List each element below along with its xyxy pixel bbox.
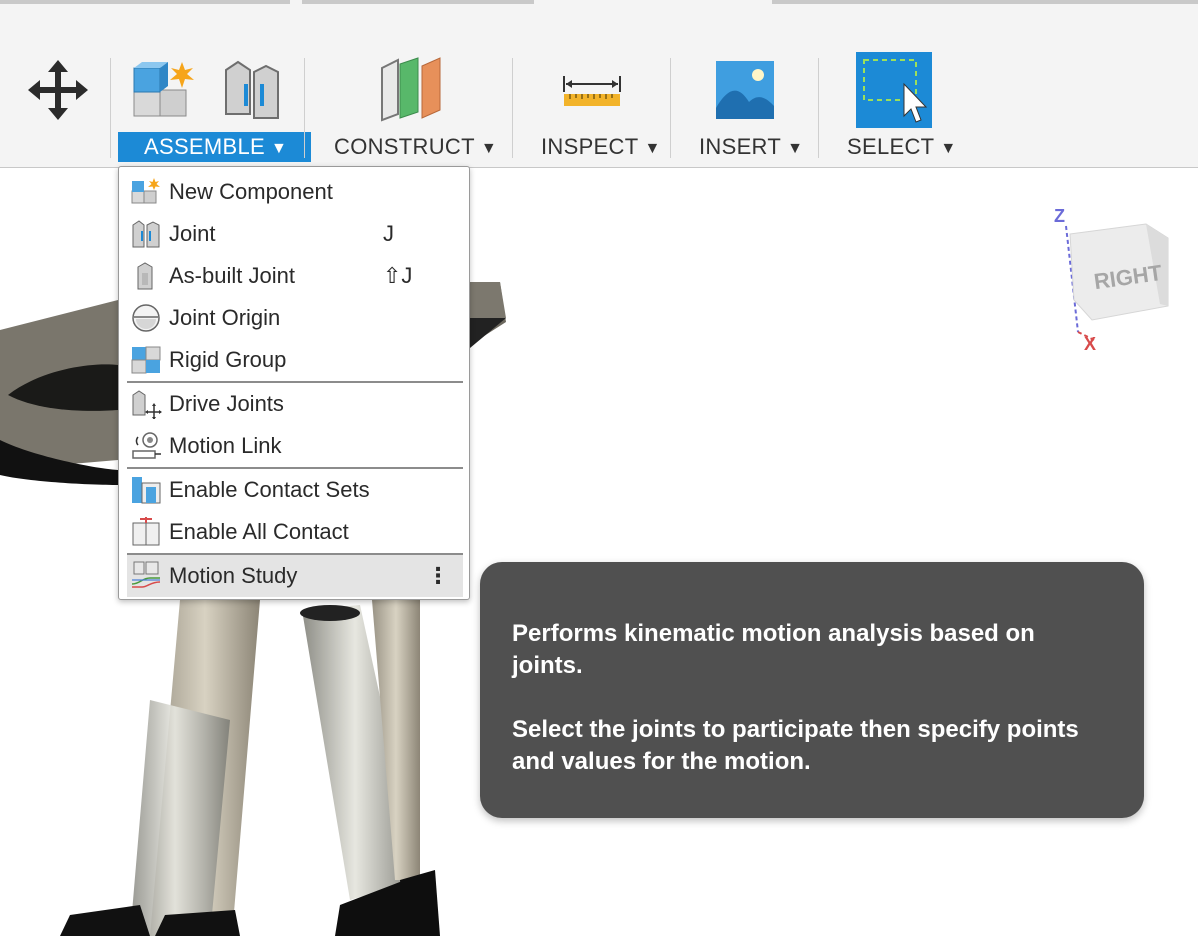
caret-down-icon: ▼ <box>480 140 497 157</box>
menu-item-motion-study[interactable]: Motion Study ⋮ <box>127 555 463 597</box>
assemble-menu-button[interactable]: ASSEMBLE ▼ <box>118 132 312 162</box>
axis-z-label: Z <box>1054 206 1065 226</box>
joint-icon[interactable] <box>220 60 286 120</box>
construct-plane-icon[interactable] <box>378 56 442 122</box>
tab-strip-segment <box>0 0 290 4</box>
menu-item-label: Motion Link <box>169 433 282 458</box>
motion-link-icon <box>130 431 162 461</box>
select-window-icon[interactable] <box>856 52 932 128</box>
motion-study-icon <box>130 560 162 590</box>
drive-joints-icon <box>130 389 162 420</box>
view-cube[interactable]: RIGHT Z X <box>1048 204 1178 354</box>
assemble-label: ASSEMBLE <box>144 134 266 159</box>
menu-item-label: Enable All Contact <box>169 519 349 544</box>
select-menu-button[interactable]: SELECT ▼ <box>847 132 957 162</box>
new-component-icon <box>130 177 162 207</box>
menu-item-enable-all-contact[interactable]: Enable All Contact <box>127 512 463 552</box>
caret-down-icon: ▼ <box>271 140 288 157</box>
insert-menu-button[interactable]: INSERT ▼ <box>699 132 803 162</box>
menu-item-joint-origin[interactable]: Joint Origin <box>127 298 463 338</box>
menu-item-label: As-built Joint <box>169 263 295 288</box>
as-built-joint-icon <box>130 261 162 291</box>
menu-item-rigid-group[interactable]: Rigid Group <box>127 340 463 380</box>
insert-label: INSERT <box>699 134 782 159</box>
tooltip-instructions: Select the joints to participate then sp… <box>512 716 1079 775</box>
inspect-menu-button[interactable]: INSPECT ▼ <box>541 132 661 162</box>
shortcut-label: J <box>383 221 394 246</box>
menu-item-label: Motion Study <box>169 563 298 588</box>
axis-x-label: X <box>1084 334 1096 354</box>
menu-item-drive-joints[interactable]: Drive Joints <box>127 384 463 424</box>
toolbar-separator <box>110 58 111 158</box>
toolbar-separator <box>512 58 513 158</box>
menu-item-label: New Component <box>169 179 333 204</box>
measure-icon[interactable] <box>562 72 622 108</box>
insert-image-icon[interactable] <box>715 60 775 120</box>
menu-item-joint[interactable]: Joint J <box>127 214 463 254</box>
select-label: SELECT <box>847 134 935 159</box>
caret-down-icon: ▼ <box>644 140 661 157</box>
menu-item-as-built-joint[interactable]: As-built Joint ⇧J <box>127 256 463 296</box>
tab-strip-segment <box>302 0 534 4</box>
caret-down-icon: ▼ <box>787 140 804 157</box>
tooltip-description: Performs kinematic motion analysis based… <box>512 620 1035 679</box>
toolbar-separator <box>818 58 819 158</box>
contact-sets-icon <box>130 475 162 505</box>
shortcut-label: ⇧J <box>383 263 413 288</box>
joint-origin-icon <box>130 303 162 333</box>
construct-menu-button[interactable]: CONSTRUCT ▼ <box>334 132 497 162</box>
menu-separator <box>127 381 463 383</box>
tab-strip-segment <box>772 0 1198 4</box>
more-options-icon[interactable]: ⋮ <box>427 555 449 597</box>
tooltip-motion-study: Performs kinematic motion analysis based… <box>480 562 1144 818</box>
leg-left <box>60 600 260 936</box>
menu-item-label: Drive Joints <box>169 391 284 416</box>
caret-down-icon: ▼ <box>940 140 957 157</box>
menu-item-label: Rigid Group <box>169 347 287 372</box>
inspect-label: INSPECT <box>541 134 639 159</box>
assemble-dropdown-menu: New Component Joint J As-built Joint ⇧J <box>118 166 470 600</box>
rigid-group-icon <box>130 345 162 375</box>
joint-icon <box>130 219 162 249</box>
toolbar: ASSEMBLE ▼ CONSTRUCT ▼ INSPECT ▼ INSERT … <box>0 0 1198 168</box>
new-component-icon[interactable] <box>130 60 198 124</box>
menu-item-label: Enable Contact Sets <box>169 477 370 502</box>
all-contact-icon <box>130 517 162 547</box>
move-icon[interactable] <box>22 58 94 126</box>
toolbar-separator <box>304 58 305 158</box>
menu-item-label: Joint <box>169 221 216 246</box>
construct-label: CONSTRUCT <box>334 134 475 159</box>
toolbar-separator <box>670 58 671 158</box>
menu-separator <box>127 467 463 469</box>
menu-item-label: Joint Origin <box>169 305 281 330</box>
menu-item-new-component[interactable]: New Component <box>127 172 463 212</box>
menu-item-motion-link[interactable]: Motion Link <box>127 426 463 466</box>
menu-item-enable-contact-sets[interactable]: Enable Contact Sets <box>127 470 463 510</box>
